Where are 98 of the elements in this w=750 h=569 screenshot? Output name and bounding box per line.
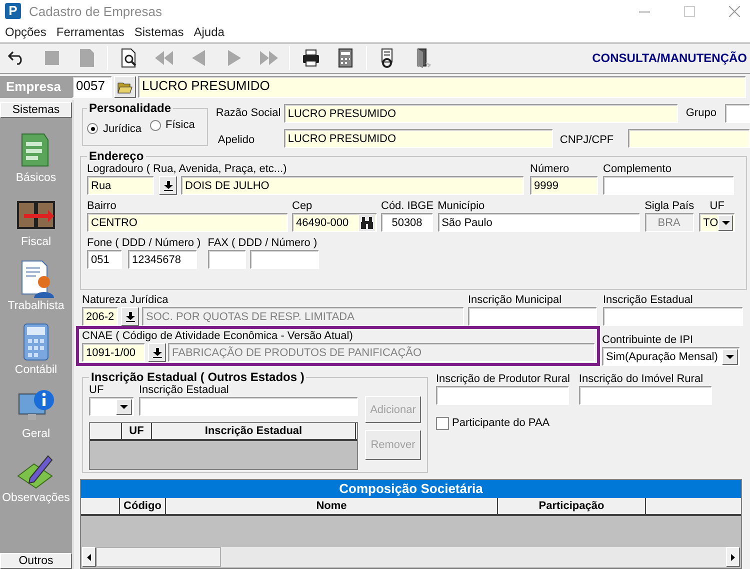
scroll-left-icon [87, 554, 91, 560]
group-title: Inscrição Estadual ( Outros Estados ) [90, 371, 306, 384]
company-name-field[interactable]: LUCRO PRESUMIDO [284, 104, 678, 123]
mode-label: CONSULTA/MANUTENÇÃO [592, 51, 747, 65]
cnae-code-field[interactable]: 1091-1/00 [82, 343, 145, 362]
app-logo: P [5, 3, 21, 19]
state-registration-field[interactable] [139, 397, 358, 416]
menu-item[interactable]: Sistemas [130, 25, 188, 39]
print-preview-icon [119, 48, 139, 68]
group-title: Endereço [88, 150, 145, 163]
close-icon[interactable] [729, 6, 740, 16]
maximize-icon[interactable] [684, 6, 695, 16]
ipi-dropdown[interactable]: Sim(Apuração Mensal) [602, 347, 740, 366]
window-title: Cadastro de Empresas [29, 4, 162, 18]
city-field[interactable]: São Paulo [438, 213, 640, 232]
field-label: Inscrição de Produtor Rural [436, 373, 570, 386]
column-header: Código [120, 498, 166, 514]
field-label: Inscrição do Imóvel Rural [578, 373, 704, 386]
rural-producer-field[interactable] [436, 386, 569, 405]
rural-property-field[interactable] [578, 386, 712, 405]
lookup-button[interactable] [148, 343, 166, 362]
municipal-registration-field[interactable] [468, 307, 597, 326]
last-icon [259, 48, 279, 68]
field-label: Inscrição Estadual [139, 384, 230, 397]
checkbox[interactable] [436, 417, 449, 430]
field-label: Cep [292, 200, 314, 213]
company-code-field[interactable]: 0057 [72, 76, 112, 98]
scroll-right-icon [731, 554, 735, 560]
download-icon [126, 312, 134, 322]
sidebar-tab[interactable]: Outros [0, 553, 72, 569]
field-label: Grupo [686, 107, 718, 120]
fax-field[interactable] [250, 250, 319, 269]
field-label: CNPJ/CPF [560, 134, 615, 147]
field-label: Apelido [216, 134, 256, 147]
field-label: Inscrição Estadual [603, 294, 694, 307]
field-label: Município [438, 200, 486, 213]
field-label: Razão Social [216, 107, 282, 120]
number-field[interactable]: 9999 [530, 176, 598, 195]
column-header: Participação [498, 498, 646, 514]
field-label: Natureza Jurídica [82, 294, 170, 307]
open-button[interactable] [114, 76, 136, 98]
table-title: Composição Societária [81, 480, 741, 498]
download-icon [152, 348, 162, 358]
menu-item[interactable]: Ferramentas [52, 25, 128, 39]
stop-icon [42, 48, 62, 68]
field-label: Cód. IBGE [381, 200, 434, 213]
field-label: Inscrição Municipal [468, 294, 563, 307]
field-label: FAX ( DDD / Número ) [208, 237, 318, 250]
state-dropdown[interactable]: TO [699, 213, 736, 232]
download-icon [164, 180, 172, 190]
company-name-field[interactable]: LUCRO PRESUMIDO [138, 76, 746, 98]
caret-down-icon [120, 404, 128, 408]
caret-down-icon [726, 354, 734, 358]
fax-area-field[interactable] [208, 250, 246, 269]
cnpj-field[interactable] [628, 129, 750, 148]
field-label: Contribuinte de IPI [602, 334, 694, 347]
checkbox-label: Participante do PAA [452, 417, 550, 430]
menu-item[interactable]: Opções [1, 25, 50, 39]
field-label: UF [89, 384, 105, 397]
lookup-button[interactable] [121, 307, 139, 326]
field-label: UF [708, 200, 726, 213]
complement-field[interactable] [603, 176, 734, 195]
zip-field[interactable]: 46490-000 [292, 213, 377, 232]
district-field[interactable]: CENTRO [87, 213, 288, 232]
field-label: Fone ( DDD / Número ) [87, 237, 201, 250]
radio-option[interactable]: Jurídica [87, 122, 142, 134]
nickname-field[interactable]: LUCRO PRESUMIDO [284, 129, 553, 148]
field-label: Bairro [87, 200, 118, 213]
street-field[interactable]: DOIS DE JULHO [181, 176, 524, 195]
menu-item[interactable]: Ajuda [190, 25, 228, 39]
field-label: Complemento [603, 163, 672, 176]
column-header: Nome [166, 498, 498, 514]
field-label: CNAE ( Código de Atividade Econômica - Versão Atual) [82, 330, 354, 343]
search-button[interactable] [359, 214, 375, 231]
street-type-field[interactable]: Rua [87, 176, 154, 195]
group-title: Personalidade [88, 102, 172, 115]
state-registration-field[interactable] [603, 307, 743, 326]
field-label: Sigla País [644, 200, 694, 213]
group-field[interactable] [724, 104, 750, 123]
phone-area-field[interactable]: 051 [87, 250, 122, 269]
document-icon [77, 48, 97, 68]
column-header: Inscrição Estadual [152, 423, 356, 439]
sidebar-tab[interactable]: Sistemas [0, 102, 72, 118]
field-label: Logradouro ( Rua, Avenida, Praça, etc...) [87, 163, 288, 176]
field-label: Número [530, 163, 570, 176]
scrollbar[interactable] [82, 547, 740, 567]
first-icon [154, 48, 174, 68]
radio-option[interactable]: Física [150, 119, 195, 131]
caret-down-icon [722, 220, 730, 224]
ibge-field[interactable]: 50308 [381, 213, 433, 232]
legal-nature-code-field[interactable]: 206-2 [82, 307, 118, 326]
company-label: Empresa [0, 76, 72, 98]
phone-field[interactable]: 12345678 [128, 250, 197, 269]
binoculars-icon [360, 216, 374, 228]
lookup-button[interactable] [159, 176, 177, 195]
column-header: UF [122, 423, 152, 439]
state-dropdown[interactable] [89, 397, 134, 416]
print-icon [301, 48, 321, 68]
